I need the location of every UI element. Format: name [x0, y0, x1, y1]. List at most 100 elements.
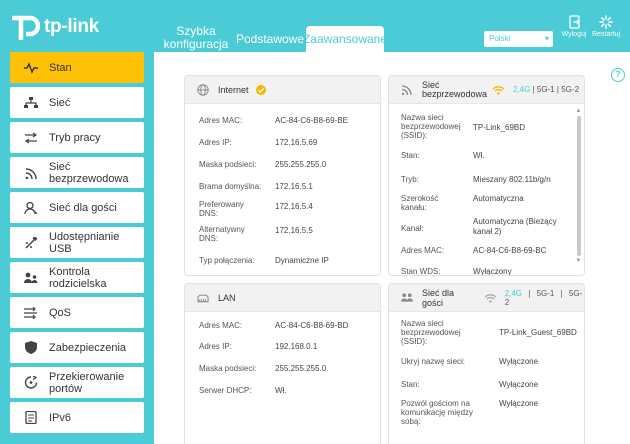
guest-band-selector: 2,4G | 5G-1 | 5G-2 — [505, 289, 584, 307]
wireless-title: Sieć bezprzewodowa — [422, 79, 488, 99]
reboot-label: Restartuj — [591, 31, 620, 38]
guest-icon — [24, 201, 38, 215]
parental-icon — [24, 271, 38, 285]
sidebar-item-guest-network[interactable]: Sieć dla gości — [10, 192, 144, 223]
tp-link-logo-icon — [12, 15, 40, 40]
sidebar-item-operation-mode[interactable]: Tryb pracy — [10, 122, 144, 153]
wireless-status-value: Wł. — [473, 151, 485, 160]
band-separator: | — [556, 85, 559, 94]
scroll-down-arrow[interactable]: ▼ — [575, 258, 582, 264]
wireless-wds-value: Wyłączony — [473, 267, 512, 276]
internet-dns1-value: 172.16.5.4 — [275, 202, 313, 211]
wireless-band-selector: 2,4G | 5G-1 | 5G-2 — [513, 85, 579, 94]
sidebar-item-label: Zabezpieczenia — [49, 341, 127, 354]
internet-title: Internet — [218, 84, 249, 95]
lan-ip-label: Adres IP: — [199, 342, 232, 351]
sidebar-item-wireless[interactable]: Sieć bezprzewodowa — [10, 157, 144, 188]
lan-ip-value: 192.168.0.1 — [275, 342, 318, 351]
sidebar-item-usb-sharing[interactable]: Udostępnianie USB — [10, 227, 144, 258]
internet-dns1-label: Preferowany DNS: — [199, 200, 244, 218]
internet-dns2-label: Alternatywny DNS: — [199, 225, 245, 243]
guest-ssid-value: TP-Link_Guest_69BD — [499, 328, 577, 337]
wireless-band-51[interactable]: 5G-1 — [537, 85, 555, 94]
guest-status-value: Wyłączone — [499, 380, 539, 389]
guest-band-24[interactable]: 2,4G — [505, 289, 522, 298]
wifi-signal-icon — [492, 85, 505, 95]
main-content: ? Internet Adres MAC: AC-84-C6-B8-69-BE … — [154, 52, 630, 444]
lan-mask-value: 255.255.255.0 — [275, 364, 327, 373]
sidebar-item-network[interactable]: Sieć — [10, 87, 144, 118]
wifi-signal-icon — [484, 293, 497, 303]
internet-dns2-value: 172.16.5.5 — [275, 226, 313, 235]
help-icon[interactable]: ? — [611, 68, 625, 82]
sidebar-item-label: Przekierowanie portów — [49, 370, 125, 395]
internet-ip-value: 172.16.5.69 — [275, 138, 318, 147]
lan-mac-label: Adres MAC: — [199, 321, 243, 330]
ipv6-icon — [24, 411, 38, 425]
wireless-wds-label: Stan WDS: — [401, 267, 441, 276]
tab-quick-setup[interactable]: Szybka konfiguracja — [158, 25, 234, 51]
internet-type-label: Typ połączenia: — [199, 256, 255, 265]
sidebar-item-security[interactable]: Zabezpieczenia — [10, 332, 144, 363]
wireless-band-24[interactable]: 2,4G — [513, 85, 530, 94]
sidebar-item-ipv6[interactable]: IPv6 — [10, 402, 144, 433]
scroll-up-arrow[interactable]: ▲ — [575, 108, 582, 114]
wireless-card-header: Sieć bezprzewodowa 2,4G | 5G-1 | 5G-2 — [389, 76, 584, 104]
logout-button[interactable]: Wyloguj — [559, 15, 589, 38]
logout-icon — [568, 15, 580, 29]
lan-dhcp-label: Serwer DHCP: — [199, 386, 252, 395]
brand-name: tp-link — [44, 16, 99, 37]
qos-icon — [24, 306, 38, 320]
wireless-scrollbar[interactable]: ▲ ▼ — [575, 108, 582, 274]
wireless-mac-value: AC-84-C6-B8-69-BC — [473, 246, 547, 255]
tab-basic[interactable]: Podstawowe — [234, 26, 306, 52]
shield-icon — [24, 341, 38, 355]
internet-type-value: Dynamiczne IP — [275, 256, 329, 265]
globe-icon — [197, 83, 209, 96]
lan-title: LAN — [218, 292, 236, 303]
internet-mask-label: Maska podsieci: — [199, 160, 257, 169]
pulse-icon — [24, 61, 38, 75]
wireless-mode-value: Mieszany 802.11b/g/n — [473, 175, 551, 184]
sidebar-item-label: Sieć dla gości — [49, 201, 117, 214]
top-tabs: Szybka konfiguracja Podstawowe Zaawansow… — [158, 25, 387, 52]
language-select[interactable]: Polski ▾ — [484, 31, 553, 47]
sidebar-item-label: Kontrola rodzicielska — [49, 265, 107, 290]
sidebar-item-parental-control[interactable]: Kontrola rodzicielska — [10, 262, 144, 293]
wireless-band-52[interactable]: 5G-2 — [561, 85, 579, 94]
reboot-button[interactable]: Restartuj — [591, 15, 621, 38]
sidebar-item-qos[interactable]: QoS — [10, 297, 144, 328]
guest-title: Sieć dla gości — [422, 287, 455, 308]
guest-card: Sieć dla gości 2,4G | 5G-1 | 5G-2 Nazwa … — [388, 283, 585, 444]
sidebar-item-status[interactable]: Stan — [10, 52, 144, 83]
wireless-ssid-label: Nazwa sieci bezprzewodowej (SSID): — [401, 113, 461, 140]
guest-comm-label: Pozwól gościom na komunikację między sob… — [401, 399, 474, 426]
sidebar-item-label: Udostępnianie USB — [49, 230, 120, 255]
sidebar-item-label: QoS — [49, 306, 72, 319]
sidebar-item-label: Stan — [49, 61, 72, 74]
sidebar-item-port-forwarding[interactable]: Przekierowanie portów — [10, 367, 144, 398]
internet-card-header: Internet — [185, 76, 380, 104]
guest-status-label: Stan: — [401, 380, 420, 389]
guest-hide-value: Wyłączone — [499, 357, 539, 366]
sidebar: Stan Sieć Tryb pracy Sieć bezprzewodowa … — [10, 52, 144, 437]
language-value: Polski — [489, 34, 511, 43]
scroll-thumb[interactable] — [576, 116, 581, 256]
guest-hide-label: Ukryj nazwę sieci: — [401, 357, 466, 366]
forward-icon — [24, 376, 38, 390]
internet-mac-value: AC-84-C6-B8-69-BE — [275, 116, 348, 125]
band-separator: | — [532, 85, 535, 94]
internet-gateway-label: Brama domyślna: — [199, 182, 262, 191]
sidebar-item-label: Tryb pracy — [49, 131, 101, 144]
wireless-status-label: Stan: — [401, 151, 420, 160]
guest-band-51[interactable]: 5G-1 — [537, 289, 555, 298]
lan-mac-value: AC-84-C6-B8-69-BD — [275, 321, 349, 330]
reboot-icon — [599, 15, 613, 29]
tp-link-logo: tp-link — [10, 12, 99, 42]
internet-mask-value: 255.255.255.0 — [275, 160, 327, 169]
guest-ssid-label: Nazwa sieci bezprzewodowej (SSID): — [401, 319, 461, 346]
guest-icon — [401, 292, 413, 304]
internet-card: Internet Adres MAC: AC-84-C6-B8-69-BE Ad… — [184, 75, 381, 276]
tab-advanced[interactable]: Zaawansowane — [303, 26, 387, 52]
internet-gateway-value: 172.16.5.1 — [275, 182, 313, 191]
